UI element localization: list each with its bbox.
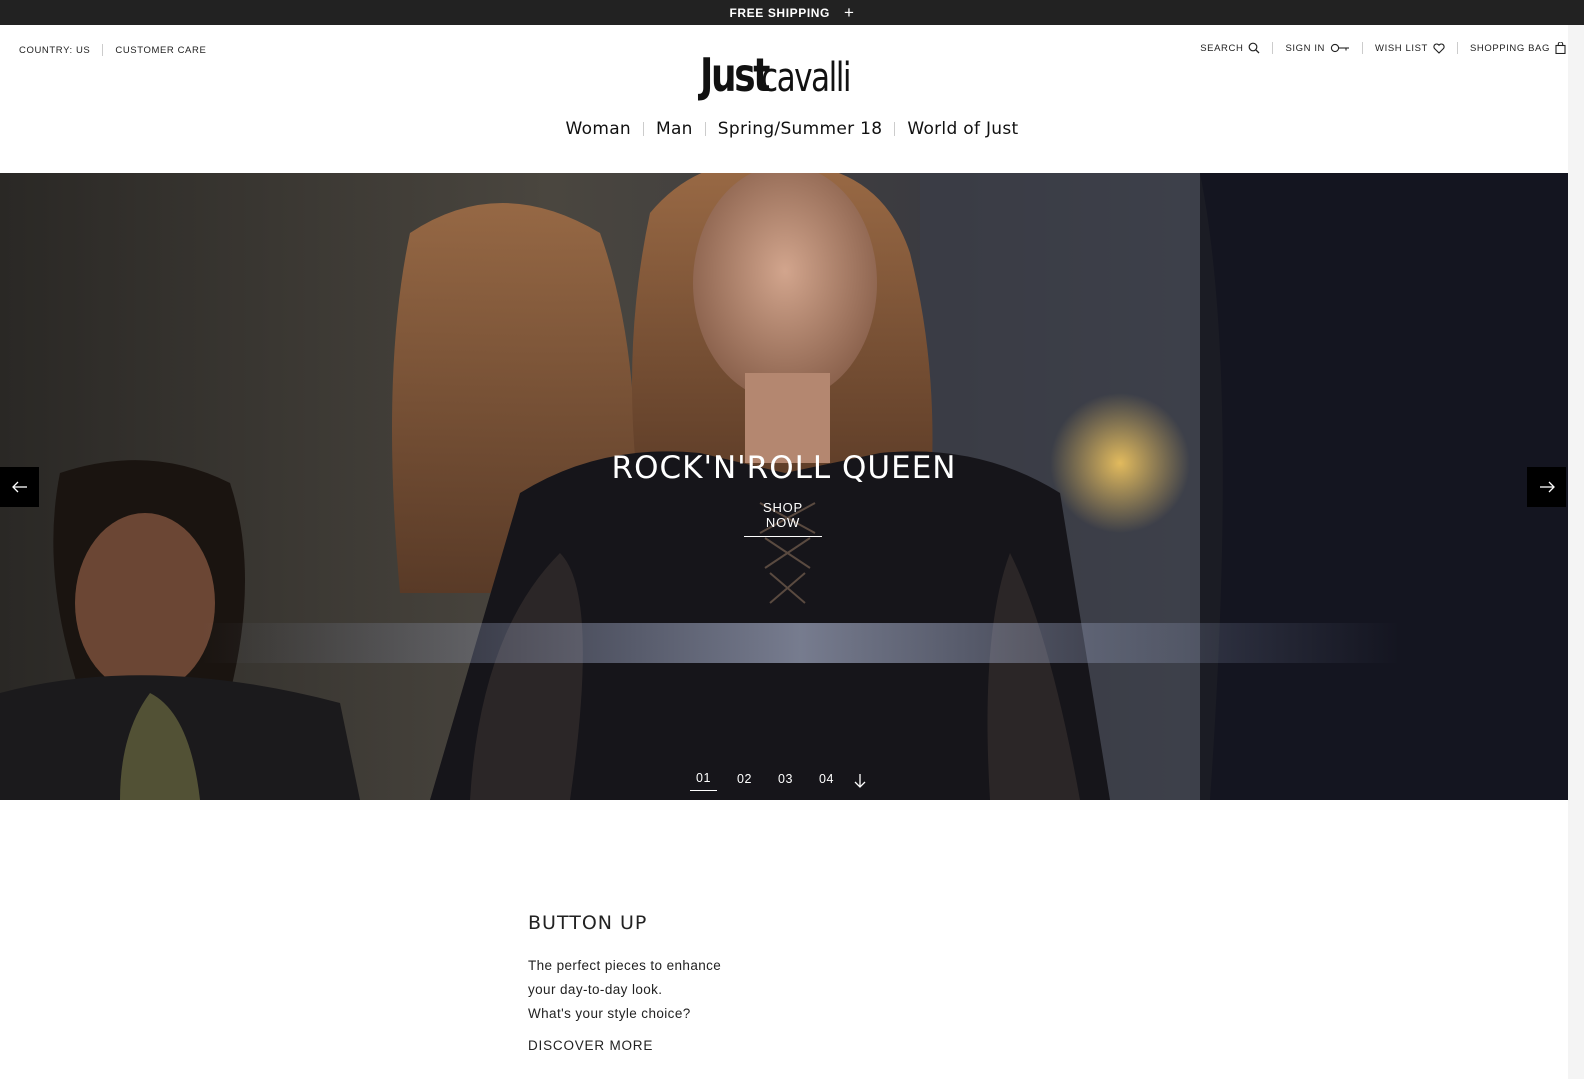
nav-item-woman[interactable]: Woman bbox=[566, 119, 631, 139]
discover-more-link[interactable]: DISCOVER MORE bbox=[528, 1038, 653, 1053]
bag-icon bbox=[1555, 42, 1566, 54]
utility-nav-right: SEARCH SIGN IN WISH LIST SHOPPING BAG bbox=[1200, 42, 1566, 54]
logo-cavalli: cavalli bbox=[761, 55, 852, 101]
carousel-dot-01[interactable]: 01 bbox=[690, 771, 717, 791]
divider bbox=[102, 44, 104, 56]
logo-just: Just bbox=[700, 48, 770, 102]
wish-list-button[interactable]: WISH LIST bbox=[1375, 43, 1445, 54]
shopping-bag-button[interactable]: SHOPPING BAG bbox=[1470, 42, 1566, 54]
divider bbox=[1362, 42, 1364, 54]
sign-in-button[interactable]: SIGN IN bbox=[1285, 43, 1350, 54]
carousel-dot-02[interactable]: 02 bbox=[731, 772, 758, 791]
arrow-right-icon bbox=[1539, 481, 1555, 493]
sign-in-label: SIGN IN bbox=[1285, 42, 1326, 54]
carousel-prev-button[interactable] bbox=[0, 467, 39, 507]
nav-item-man[interactable]: Man bbox=[656, 119, 693, 139]
arrow-down-icon[interactable] bbox=[854, 773, 866, 789]
divider bbox=[1456, 42, 1458, 54]
nav-item-world-of-just[interactable]: World of Just bbox=[907, 119, 1018, 139]
utility-nav-left: COUNTRY: US CUSTOMER CARE bbox=[19, 44, 206, 56]
heart-icon bbox=[1433, 42, 1445, 54]
divider bbox=[1272, 42, 1274, 54]
feature-description: The perfect pieces to enhance your day-t… bbox=[528, 954, 928, 1026]
carousel-pagination: 01 02 03 04 bbox=[690, 771, 866, 791]
hero-title: ROCK'N'ROLL QUEEN bbox=[611, 450, 957, 486]
feature-description-line: What's your style choice? bbox=[528, 1006, 691, 1021]
feature-description-line: your day-to-day look. bbox=[528, 982, 663, 997]
nav-item-spring-summer-18[interactable]: Spring/Summer 18 bbox=[718, 119, 883, 139]
site-header: COUNTRY: US CUSTOMER CARE Just cavalli S… bbox=[0, 25, 1584, 173]
brand-logo[interactable]: Just cavalli bbox=[700, 42, 870, 98]
search-label: SEARCH bbox=[1200, 42, 1244, 54]
shop-now-button[interactable]: SHOP NOW bbox=[744, 500, 822, 537]
search-icon bbox=[1249, 42, 1260, 54]
carousel-dot-04[interactable]: 04 bbox=[813, 772, 840, 791]
main-navigation: Woman Man Spring/Summer 18 World of Just bbox=[0, 119, 1584, 139]
feature-section: BUTTON UP The perfect pieces to enhance … bbox=[528, 912, 928, 1055]
promo-expand-icon[interactable]: + bbox=[844, 4, 855, 21]
divider bbox=[643, 122, 644, 136]
key-icon bbox=[1330, 43, 1350, 53]
shopping-bag-label: SHOPPING BAG bbox=[1469, 42, 1550, 54]
page-scrollbar[interactable] bbox=[1568, 25, 1584, 1079]
country-selector[interactable]: COUNTRY: US bbox=[19, 45, 90, 56]
customer-care-link[interactable]: CUSTOMER CARE bbox=[115, 45, 206, 56]
wish-list-label: WISH LIST bbox=[1375, 42, 1428, 54]
feature-description-line: The perfect pieces to enhance bbox=[528, 958, 722, 973]
hero-carousel: ROCK'N'ROLL QUEEN SHOP NOW 01 02 03 04 bbox=[0, 173, 1568, 800]
carousel-next-button[interactable] bbox=[1527, 467, 1566, 507]
divider bbox=[704, 122, 706, 136]
arrow-left-icon bbox=[11, 481, 27, 493]
hero-image bbox=[0, 173, 1568, 800]
carousel-dot-03[interactable]: 03 bbox=[772, 772, 799, 791]
promo-bar: FREE SHIPPING + bbox=[0, 0, 1584, 25]
feature-title: BUTTON UP bbox=[528, 912, 648, 934]
divider bbox=[894, 122, 896, 136]
promo-text: FREE SHIPPING bbox=[729, 5, 830, 20]
search-button[interactable]: SEARCH bbox=[1200, 42, 1260, 54]
